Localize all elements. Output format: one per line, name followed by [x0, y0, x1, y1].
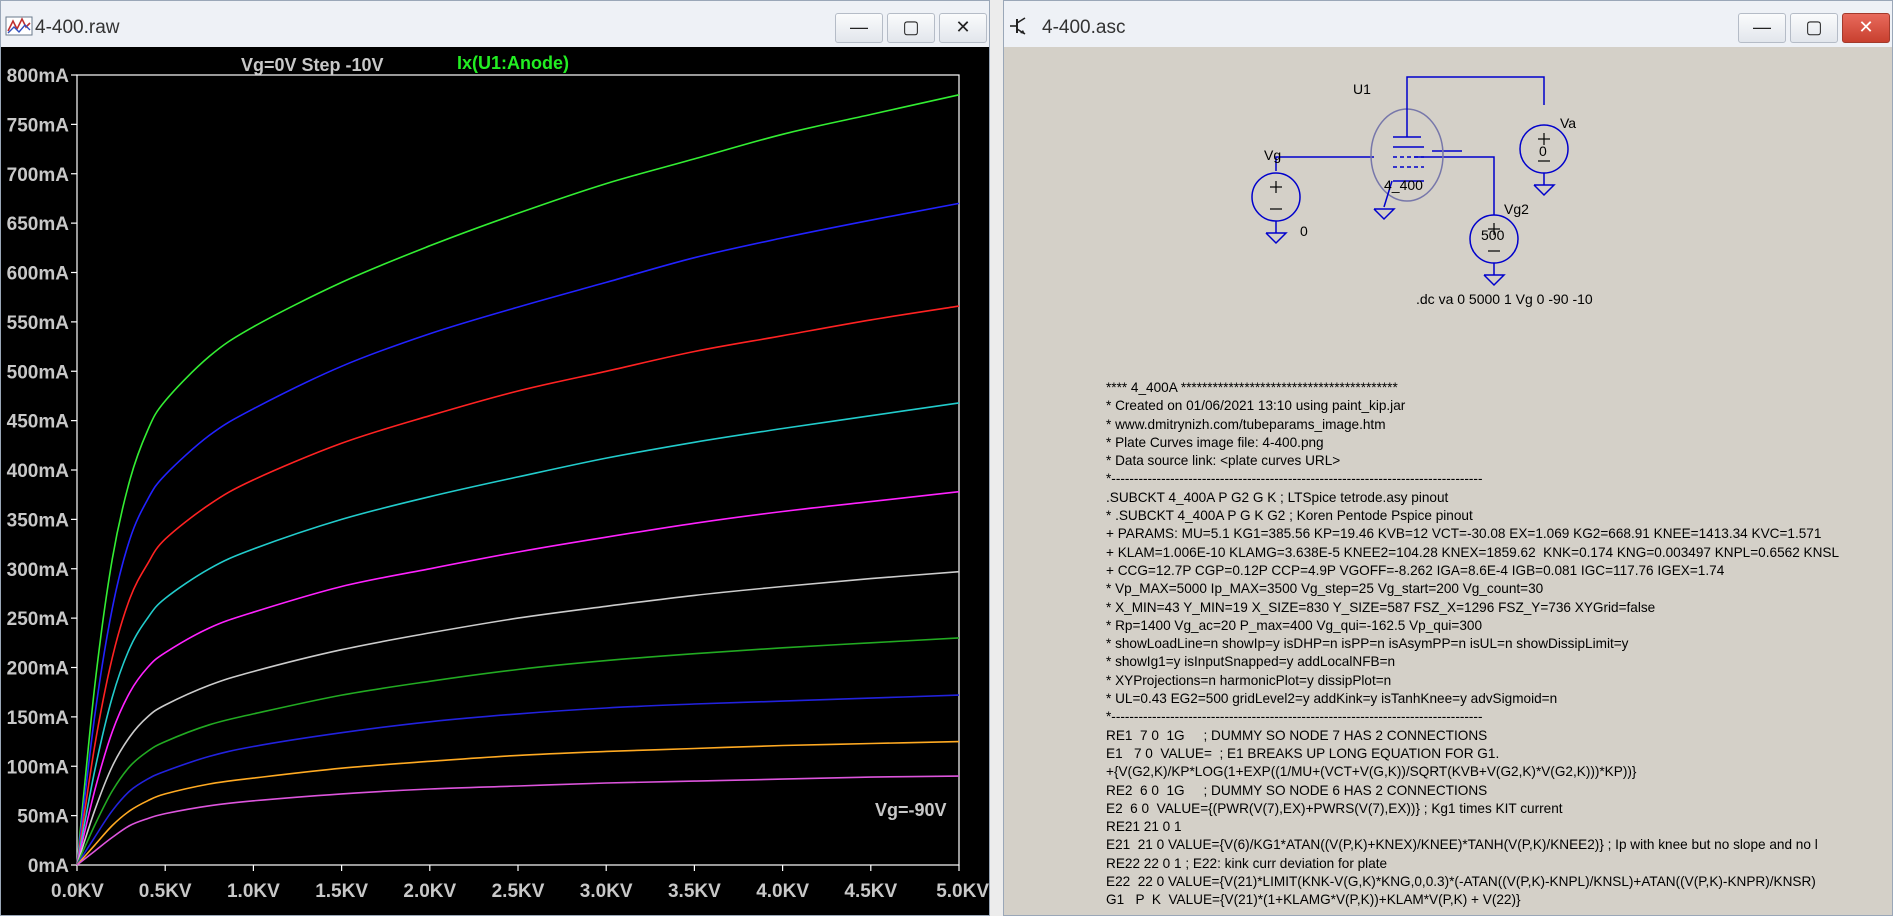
transistor-icon [1010, 17, 1026, 35]
x-tick-label: 1.0KV [227, 881, 280, 902]
plot-pane[interactable]: 0mA 50mA 100mA 150mA 200mA 250mA 300mA 350mA 400… [1, 47, 990, 916]
x-tick-label: 2.0KV [403, 881, 456, 902]
netlist-line: * Created on 01/06/2021 13:10 using pain… [1106, 398, 1406, 414]
netlist-line: * Data source link: <plate curves URL> [1106, 453, 1341, 469]
netlist-line: .SUBCKT 4_400A P G2 G K ; LTSpice tetrod… [1106, 489, 1449, 505]
waveform-icon [5, 16, 33, 36]
netlist-line: * showLoadLine=n showIp=y isDHP=n isPP=n… [1106, 636, 1629, 652]
maximize-button[interactable]: ▢ [1790, 13, 1838, 43]
y-tick-label: 250mA [7, 609, 70, 630]
y-tick-label: 550mA [7, 313, 70, 334]
y-tick-label: 500mA [7, 362, 70, 383]
trace-label[interactable]: Ix(U1:Anode) [457, 53, 569, 73]
dc-directive[interactable]: .dc va 0 5000 1 Vg 0 -90 -10 [1416, 291, 1593, 307]
netlist-line: E1 7 0 VALUE= ; E1 BREAKS UP LONG EQUATI… [1106, 745, 1500, 761]
y-tick-label: 400mA [7, 461, 70, 482]
netlist-line: + KLAM=1.006E-10 KLAMG=3.638E-5 KNEE2=10… [1106, 544, 1840, 560]
x-tick-label: 1.5KV [315, 881, 368, 902]
y-tick-label: 100mA [7, 757, 70, 778]
y-tick-label: 700mA [7, 165, 70, 186]
netlist-line: *---------------------------------------… [1106, 709, 1483, 725]
schematic-window-titlebar[interactable]: 4-400.asc — ▢ ✕ [1004, 1, 1892, 47]
x-tick-label: 3.0KV [580, 881, 633, 902]
schematic-window: 4-400.asc — ▢ ✕ U1 4_400 Va 0 Vg 0 Vg2 5… [1003, 0, 1893, 916]
netlist-line: G1 P K VALUE={V(21)*(1+KLAMG*V(P,K))+KLA… [1106, 892, 1521, 908]
netlist-line: +{V(G2,K)/KP*LOG(1+EXP((1/MU+(VCT+V(G,K)… [1106, 764, 1637, 780]
curve-label: Vg=-90V [875, 800, 947, 820]
netlist-line: * showIg1=y isInputSnapped=y addLocalNFB… [1106, 654, 1396, 670]
y-tick-label: 800mA [7, 66, 70, 87]
vg2-value[interactable]: 500 [1481, 227, 1504, 243]
netlist-line: *---------------------------------------… [1106, 471, 1483, 487]
netlist-line: * Vp_MAX=5000 Ip_MAX=3500 Vg_step=25 Vg_… [1106, 581, 1544, 597]
netlist-line: * X_MIN=43 Y_MIN=19 X_SIZE=830 Y_SIZE=58… [1106, 599, 1656, 615]
netlist-line: RE2 6 0 1G ; DUMMY SO NODE 6 HAS 2 CONNE… [1106, 782, 1488, 798]
vg-value[interactable]: 0 [1300, 223, 1308, 239]
netlist-line: RE1 7 0 1G ; DUMMY SO NODE 7 HAS 2 CONNE… [1106, 727, 1488, 743]
x-tick-label: 4.0KV [756, 881, 809, 902]
y-tick-label: 450mA [7, 412, 70, 433]
netlist-line: **** 4_400A ****************************… [1106, 380, 1398, 395]
y-tick-label: 150mA [7, 708, 70, 729]
y-tick-label: 50mA [17, 807, 69, 828]
schematic-window-title: 4-400.asc [1042, 17, 1126, 38]
va-value[interactable]: 0 [1539, 143, 1547, 159]
y-tick-label: 750mA [7, 115, 70, 136]
step-label: Vg=0V Step -10V [241, 55, 384, 75]
close-button[interactable]: ✕ [939, 13, 987, 43]
plot-window-titlebar[interactable]: 4-400.raw — ▢ ✕ [1, 1, 989, 47]
tube-model-label[interactable]: 4_400 [1384, 177, 1423, 193]
netlist-line: E2 6 0 VALUE={(PWR(V(7),EX)+PWRS(V(7),EX… [1106, 800, 1563, 816]
x-tick-label: 2.5KV [492, 881, 545, 902]
y-tick-label: 350mA [7, 510, 70, 531]
x-tick-label: 4.5KV [844, 881, 897, 902]
va-label[interactable]: Va [1560, 115, 1576, 131]
netlist-line: RE22 22 0 1 ; E22: kink curr deviation f… [1106, 855, 1388, 871]
plot-window-title: 4-400.raw [35, 17, 120, 38]
maximize-button[interactable]: ▢ [887, 13, 935, 43]
x-tick-label: 0.0KV [51, 881, 104, 902]
netlist-line: * Plate Curves image file: 4-400.png [1106, 434, 1324, 450]
netlist-line: + CCG=12.7P CGP=0.12P CCP=4.9P VGOFF=-8.… [1106, 562, 1725, 578]
x-tick-label: 0.5KV [139, 881, 192, 902]
schematic-canvas[interactable]: U1 4_400 Va 0 Vg 0 Vg2 500 .dc va 0 5000… [1004, 47, 1892, 915]
y-tick-label: 0mA [28, 856, 69, 877]
x-tick-label: 3.5KV [668, 881, 721, 902]
x-tick-label: 5.0KV [936, 881, 989, 902]
netlist-line: + PARAMS: MU=5.1 KG1=385.56 KP=19.46 KVB… [1106, 526, 1822, 542]
netlist-line: * www.dmitrynizh.com/tubeparams_image.ht… [1106, 416, 1386, 432]
close-button[interactable]: ✕ [1842, 13, 1890, 43]
y-tick-label: 600mA [7, 264, 70, 285]
netlist-line: RE21 21 0 1 [1106, 819, 1182, 835]
minimize-button[interactable]: — [1738, 13, 1786, 43]
y-tick-label: 650mA [7, 214, 70, 235]
netlist-line: * UL=0.43 EG2=500 gridLevel2=y addKink=y… [1106, 691, 1558, 707]
vg-label[interactable]: Vg [1264, 147, 1281, 163]
vg2-label[interactable]: Vg2 [1504, 201, 1529, 217]
netlist-line: * Rp=1400 Vg_ac=20 P_max=400 Vg_qui=-162… [1106, 617, 1483, 633]
spice-netlist[interactable]: **** 4_400A ****************************… [1106, 379, 1839, 910]
minimize-button[interactable]: — [835, 13, 883, 43]
netlist-line: E21 21 0 VALUE={V(6)/KG1*ATAN((V(P,K)+KN… [1106, 837, 1818, 853]
netlist-line: * .SUBCKT 4_400A P G K G2 ; Koren Pentod… [1106, 508, 1473, 524]
plot-window: 4-400.raw — ▢ ✕ 0mA 50mA 100mA 150mA 200mA 25… [0, 0, 990, 916]
netlist-line: * XYProjections=n harmonicPlot=y dissipP… [1106, 672, 1392, 688]
y-tick-label: 200mA [7, 659, 70, 680]
netlist-line: E22 22 0 VALUE={V(21)*LIMIT(KNK-V(G,K)*K… [1106, 874, 1816, 890]
u1-label[interactable]: U1 [1353, 81, 1371, 97]
y-tick-label: 300mA [7, 560, 70, 581]
